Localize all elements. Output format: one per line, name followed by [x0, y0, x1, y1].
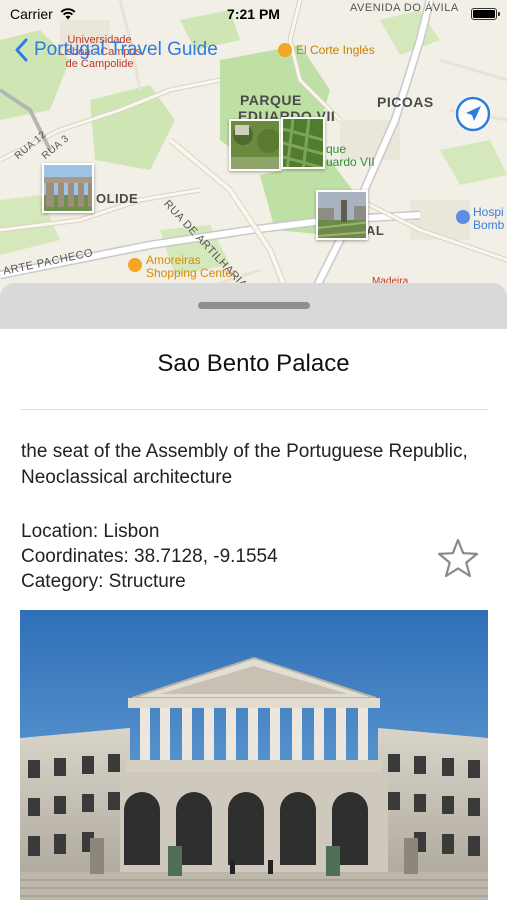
- mall-pin-icon: [128, 258, 142, 272]
- locate-me-button[interactable]: [455, 96, 491, 132]
- map-label-parque: PARQUE: [240, 92, 302, 108]
- chevron-left-icon: [15, 38, 28, 62]
- sheet-grabber[interactable]: [198, 302, 310, 309]
- palace-image: [20, 610, 488, 900]
- aqueduct-image: [44, 165, 92, 211]
- park-image-2: [283, 119, 323, 167]
- map-label-al: AL: [366, 223, 385, 238]
- monument-thumbnail[interactable]: [316, 190, 368, 240]
- amoreiras-line2: Shopping Center: [146, 266, 237, 280]
- place-photo: [20, 610, 488, 900]
- park-thumbnail-1[interactable]: [229, 119, 281, 171]
- hosp-line2: Bomb: [473, 218, 505, 232]
- monument-image: [318, 192, 366, 238]
- place-title: Sao Bento Palace: [157, 350, 350, 377]
- sheet-handle-area[interactable]: [0, 283, 507, 329]
- map-label-picoas: PICOAS: [377, 94, 434, 110]
- park-thumbnail-2[interactable]: [281, 117, 325, 169]
- location-arrow-icon: [455, 96, 491, 132]
- map-label-olide: OLIDE: [96, 191, 139, 206]
- place-location: Location: Lisbon: [21, 521, 160, 542]
- place-description: the seat of the Assembly of the Portugue…: [21, 441, 468, 488]
- map-label-corte-ingles: El Corte Inglés: [296, 43, 375, 57]
- map-view[interactable]: AVENIDA DO ÁVILA Universidade Lisboa - C…: [0, 0, 507, 300]
- place-coordinates: Coordinates: 38.7128, -9.1554: [21, 546, 278, 567]
- star-outline-icon: [437, 538, 479, 578]
- battery-fill: [473, 10, 495, 18]
- favorite-button[interactable]: [436, 537, 480, 581]
- status-bar: Carrier 7:21 PM: [0, 0, 507, 28]
- place-category: Category: Structure: [21, 571, 186, 592]
- map-label-park: que uardo VII: [326, 143, 375, 169]
- place-detail-sheet: Sao Bento Palace the seat of the Assembl…: [0, 283, 507, 900]
- aqueduct-thumbnail[interactable]: [42, 163, 94, 213]
- battery-icon: [471, 8, 500, 20]
- park-image-1: [231, 121, 279, 169]
- back-button-label: Portugal Travel Guide: [34, 39, 218, 60]
- clock: 7:21 PM: [227, 6, 280, 22]
- shopping-pin-icon: [278, 43, 292, 57]
- map-label-amoreiras: Amoreiras Shopping Center: [146, 254, 236, 280]
- map-label-hospital: Hospi Bomb: [473, 206, 504, 232]
- title-divider: [20, 409, 488, 410]
- back-button[interactable]: Portugal Travel Guide: [14, 38, 218, 62]
- park-line2: uardo VII: [326, 155, 375, 169]
- hospital-pin-icon: [456, 210, 470, 224]
